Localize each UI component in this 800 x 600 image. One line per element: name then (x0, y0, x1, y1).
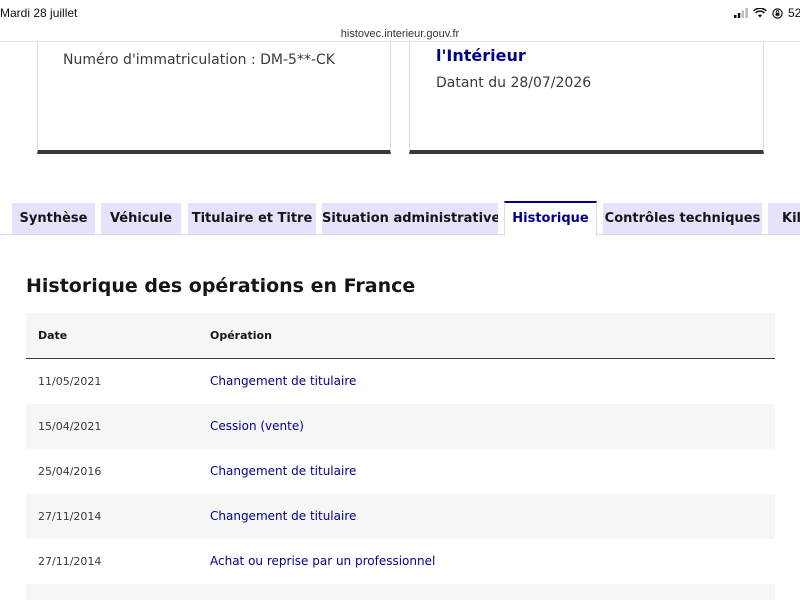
report-tabs: Synthèse Véhicule Titulaire et Titre Sit… (0, 201, 800, 236)
row-date: 25/04/2016 (38, 465, 102, 478)
orientation-lock-icon (772, 7, 783, 19)
ministry-name: l'Intérieur (436, 46, 526, 65)
address-bar[interactable]: histovec.interieur.gouv.fr (0, 22, 800, 42)
column-header-date: Date (38, 329, 68, 342)
battery-percent: 52 (788, 6, 800, 20)
row-date: 27/11/2014 (38, 510, 102, 523)
historique-panel: Historique des opérations en France Date… (0, 234, 800, 600)
row-operation-link[interactable]: Changement de titulaire (210, 359, 356, 404)
table-row: 11/05/2021 Changement de titulaire (26, 359, 775, 404)
row-date: 11/05/2021 (38, 375, 102, 388)
row-date: 27/11/2014 (38, 555, 102, 568)
registration-number: Numéro d'immatriculation : DM-5**-CK (63, 52, 335, 68)
row-operation-link[interactable]: Changement de titulaire (210, 494, 356, 539)
tab-kilometrage[interactable]: Kilo (768, 203, 800, 235)
row-date: 15/04/2021 (38, 420, 102, 433)
section-title: Historique des opérations en France (26, 275, 416, 297)
report-source-card: l'Intérieur Datant du 28/07/2026 (409, 42, 764, 154)
vehicle-id-card: Numéro d'immatriculation : DM-5**-CK (37, 42, 391, 154)
tab-historique[interactable]: Historique (504, 201, 597, 236)
table-row: 25/04/2016 Changement de titulaire (26, 449, 775, 494)
history-table: Date Opération 11/05/2021 Changement de … (26, 313, 775, 600)
row-operation-link[interactable]: Changement de titulaire (210, 449, 356, 494)
table-header: Date Opération (26, 313, 775, 359)
table-row: 27/11/2014 Achat ou reprise par un profe… (26, 539, 775, 584)
table-row: 27/11/2014 Changement de titulaire (26, 494, 775, 539)
status-icons: 52 (734, 6, 800, 20)
report-date: Datant du 28/07/2026 (436, 75, 592, 91)
tab-synthese[interactable]: Synthèse (12, 203, 95, 235)
table-row (26, 584, 775, 600)
url-text: histovec.interieur.gouv.fr (340, 28, 460, 40)
status-date: Mardi 28 juillet (0, 6, 78, 20)
table-row: 15/04/2021 Cession (vente) (26, 404, 775, 449)
tab-vehicule[interactable]: Véhicule (101, 203, 181, 235)
table-body: 11/05/2021 Changement de titulaire 15/04… (26, 359, 775, 600)
signal-icon (734, 8, 748, 18)
tab-situation-administrative[interactable]: Situation administrative (322, 203, 498, 235)
row-operation-link[interactable]: Cession (vente) (210, 404, 304, 449)
column-header-operation: Opération (210, 329, 272, 342)
tab-controles-techniques[interactable]: Contrôles techniques (603, 203, 762, 235)
tab-titulaire-titre[interactable]: Titulaire et Titre (188, 203, 316, 235)
row-operation-link[interactable]: Achat ou reprise par un professionnel (210, 539, 435, 584)
wifi-icon (753, 8, 767, 18)
